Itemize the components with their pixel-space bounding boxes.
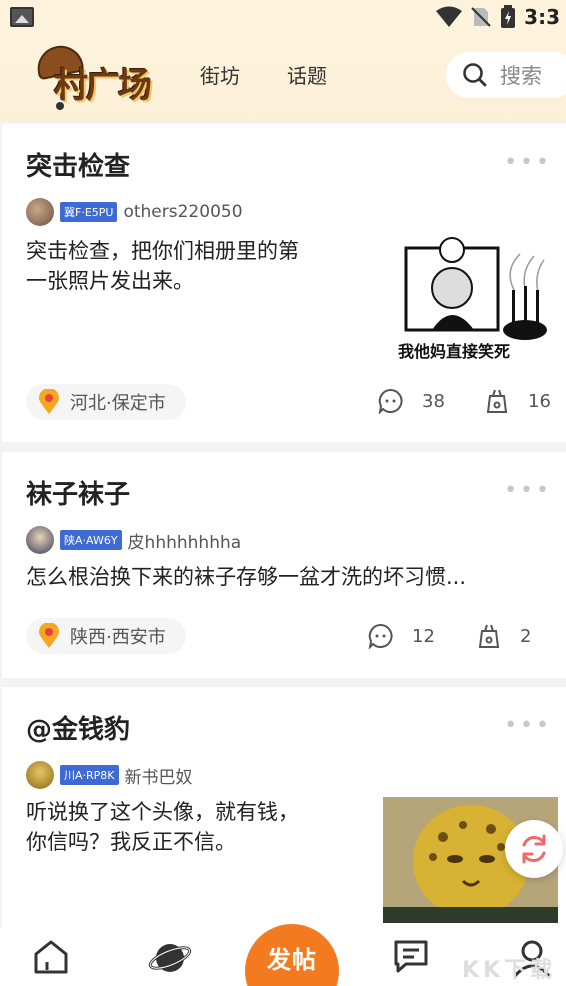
plate-badge: 陕A·AW6Y — [60, 530, 122, 550]
location-tag[interactable]: 河北·保定市 — [26, 384, 186, 420]
refresh-button[interactable] — [505, 820, 563, 878]
avatar[interactable] — [26, 198, 54, 226]
author-row[interactable]: 冀F·E5PU others220050 — [26, 198, 243, 226]
author-name[interactable]: others220050 — [123, 202, 242, 222]
author-name[interactable]: 新书巴奴 — [125, 763, 193, 788]
post-title: 突击检查 — [26, 152, 131, 182]
image-notification-icon — [10, 7, 34, 27]
author-row[interactable]: 陕A·AW6Y 皮hhhhhhhha — [26, 526, 241, 554]
location-pin-icon — [39, 623, 59, 648]
avatar[interactable] — [26, 761, 54, 789]
create-post-label: 发帖 — [267, 946, 317, 974]
post-body-line: 怎么根治换下来的袜子存够一盆才洗的坏习惯... — [26, 565, 467, 589]
battery-icon — [501, 5, 516, 28]
status-bar: 3:3 — [0, 0, 566, 34]
post-card[interactable]: 突击检查 ••• 冀F·E5PU others220050 突击检查，把你们相册… — [2, 124, 566, 442]
comment-stat[interactable]: 12 — [368, 623, 435, 649]
planet-icon[interactable] — [148, 938, 192, 978]
search-icon — [463, 63, 487, 87]
post-card[interactable]: 袜子袜子 ••• 陕A·AW6Y 皮hhhhhhhha 怎么根治换下来的袜子存够… — [2, 452, 566, 678]
like-count: 16 — [528, 390, 551, 412]
location-pin-icon — [39, 389, 59, 414]
avatar[interactable] — [26, 526, 54, 554]
author-name[interactable]: 皮hhhhhhhha — [128, 528, 242, 553]
post-image[interactable]: 我他妈直接笑死 — [394, 230, 552, 361]
comment-icon — [378, 388, 403, 414]
location-text: 陕西·西安市 — [70, 627, 166, 648]
location-text: 河北·保定市 — [70, 393, 166, 414]
no-sim-icon — [471, 7, 491, 27]
comment-count: 12 — [412, 625, 435, 647]
post-body-line: 你信吗？我反正不信。 — [26, 830, 236, 854]
plate-badge: 川A·RP8K — [60, 765, 119, 785]
search-placeholder: 搜索 — [500, 64, 542, 88]
more-options-icon[interactable]: ••• — [504, 150, 552, 175]
comment-icon — [368, 623, 393, 649]
message-icon[interactable] — [392, 938, 430, 974]
more-options-icon[interactable]: ••• — [504, 713, 552, 738]
like-stat[interactable]: 16 — [484, 388, 551, 414]
location-tag[interactable]: 陕西·西安市 — [26, 618, 186, 654]
image-caption: 我他妈直接笑死 — [398, 342, 511, 361]
clock: 3:3 — [524, 5, 560, 29]
post-body: 听说换了这个头像，就有钱， 你信吗？我反正不信。 — [26, 797, 366, 857]
bag-icon — [478, 624, 500, 648]
post-title: 袜子袜子 — [26, 480, 131, 510]
app-header: 村广场 街坊 话题 搜索 — [0, 34, 566, 122]
post-body: 突击检查，把你们相册里的第 一张照片发出来。 — [26, 236, 366, 296]
active-tab-indicator — [56, 102, 64, 110]
app-logo[interactable]: 村广场 — [33, 41, 160, 106]
post-body-line: 听说换了这个头像，就有钱， — [26, 800, 299, 824]
tab-topics[interactable]: 话题 — [287, 60, 327, 89]
author-row[interactable]: 川A·RP8K 新书巴奴 — [26, 761, 193, 789]
wifi-icon — [436, 6, 463, 27]
post-body: 怎么根治换下来的袜子存够一盆才洗的坏习惯... — [26, 562, 546, 592]
bag-icon — [486, 389, 508, 413]
like-count: 2 — [520, 625, 532, 647]
post-body-line: 一张照片发出来。 — [26, 269, 194, 293]
like-stat[interactable]: 2 — [476, 623, 531, 649]
logo-text: 村广场 — [54, 66, 152, 106]
tab-neighbors[interactable]: 街坊 — [200, 60, 240, 89]
refresh-icon — [522, 834, 546, 864]
post-card[interactable]: @金钱豹 ••• 川A·RP8K 新书巴奴 听说换了这个头像，就有钱， 你信吗？… — [2, 687, 566, 937]
comment-count: 38 — [422, 390, 445, 412]
search-bar[interactable]: 搜索 — [446, 52, 566, 98]
watermark: KK下载 — [462, 958, 557, 983]
post-title: @金钱豹 — [26, 715, 131, 745]
post-body-line: 突击检查，把你们相册里的第 — [26, 239, 299, 263]
comment-stat[interactable]: 38 — [378, 388, 445, 414]
home-icon[interactable] — [32, 938, 70, 974]
more-options-icon[interactable]: ••• — [504, 478, 552, 503]
plate-badge: 冀F·E5PU — [60, 202, 118, 222]
